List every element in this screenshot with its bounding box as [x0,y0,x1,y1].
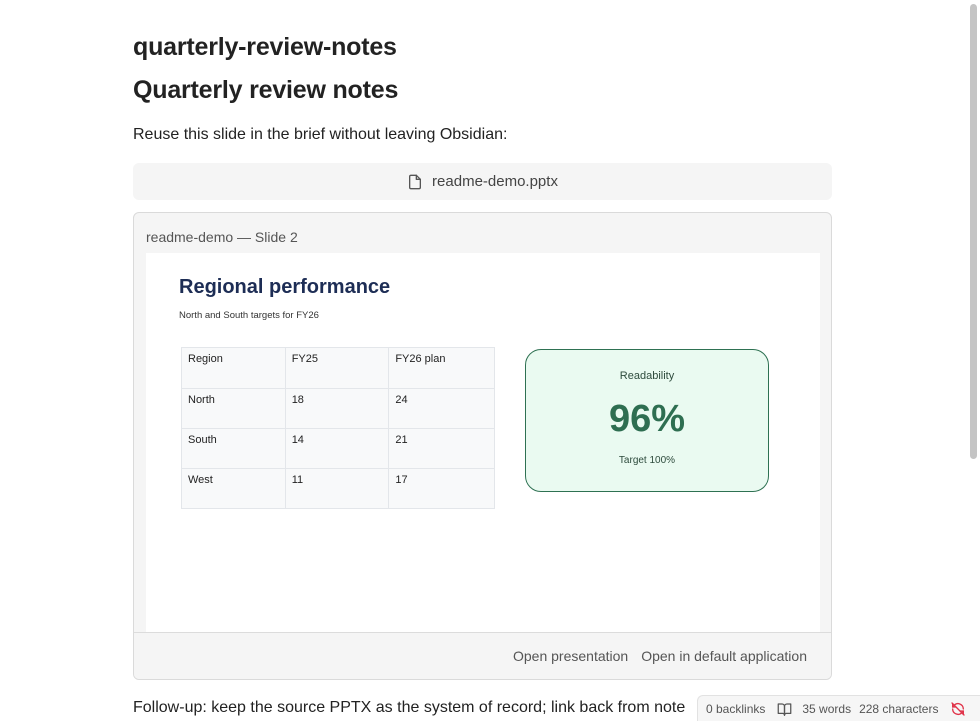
character-count: 228 characters [859,701,939,716]
kpi-label: Readability [619,370,675,382]
table-cell: 11 [284,468,390,509]
table-cell: North [181,388,286,429]
backlinks-count[interactable]: 0 backlinks [706,702,765,716]
table-row: West 11 17 [181,468,495,509]
table-cell: 24 [388,388,495,429]
attachment-filename: readme-demo.pptx [432,173,558,190]
slide-subtitle: North and South targets for FY26 [179,310,319,321]
vertical-scrollbar-thumb[interactable] [970,4,977,459]
table-header-row: Region FY25 FY26 plan [181,347,495,389]
open-default-app-link[interactable]: Open in default application [641,648,807,664]
region-table: Region FY25 FY26 plan North 18 24 South … [181,347,495,509]
table-header-cell: Region [181,347,286,389]
file-icon [409,174,422,189]
table-cell: South [181,428,286,469]
kpi-value: 96% [608,398,686,440]
intro-paragraph: Reuse this slide in the brief without le… [133,126,508,143]
slide-canvas: Regional performance North and South tar… [146,253,820,633]
table-row: North 18 24 [181,388,495,429]
word-count: 35 words [802,701,852,716]
slide-preview-embed: readme-demo — Slide 2 Regional performan… [133,212,832,680]
note-file-title[interactable]: quarterly-review-notes [133,33,397,62]
status-bar: 0 backlinks 35 words 228 characters [697,695,980,721]
obsidian-note-view: quarterly-review-notes Quarterly review … [0,0,980,721]
table-header-cell: FY25 [284,347,390,389]
book-open-icon[interactable] [777,702,792,716]
preview-actions: Open presentation Open in default applic… [134,632,831,679]
preview-label: readme-demo — Slide 2 [146,229,298,245]
table-cell: 17 [388,468,495,509]
kpi-target: Target 100% [618,455,676,466]
table-cell: West [181,468,286,509]
open-presentation-link[interactable]: Open presentation [513,648,628,664]
attachment-link[interactable]: readme-demo.pptx [133,163,832,200]
readability-kpi-card: Readability 96% Target 100% [525,349,769,492]
slide-title: Regional performance [179,276,391,298]
sync-off-icon[interactable] [950,701,966,717]
table-header-cell: FY26 plan [388,347,495,389]
table-row: South 14 21 [181,428,495,469]
table-cell: 14 [284,428,390,469]
note-heading: Quarterly review notes [133,76,399,104]
table-cell: 18 [284,388,390,429]
table-cell: 21 [388,428,495,469]
